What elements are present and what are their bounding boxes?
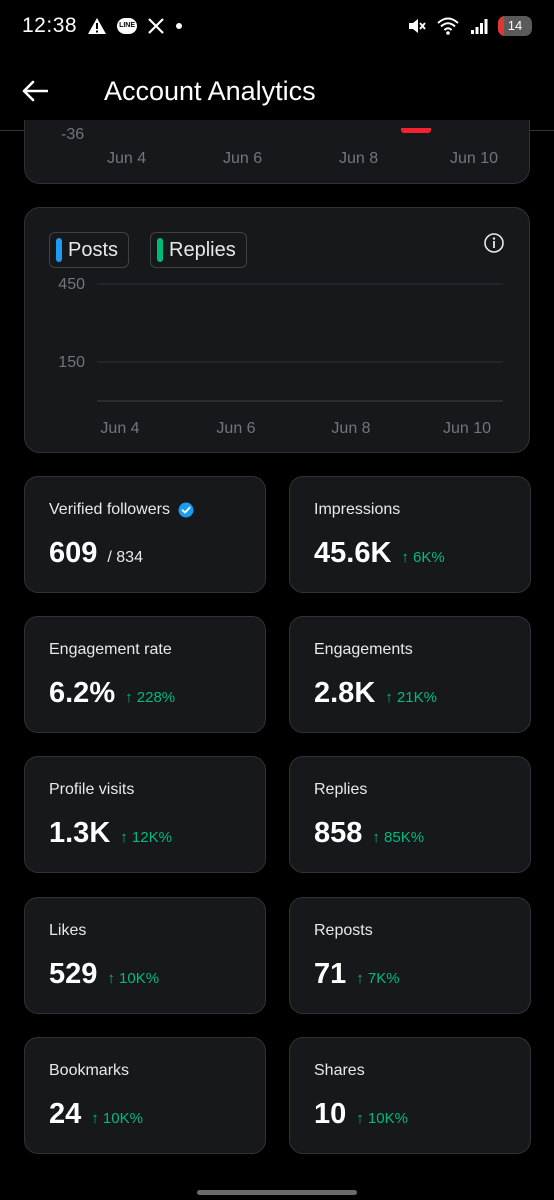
status-left: 12:38 LINE <box>22 14 183 38</box>
stat-card-bookmarks[interactable]: Bookmarks 24 ↑ 10K% <box>24 1037 266 1154</box>
app-bar: Account Analytics <box>0 52 554 130</box>
stat-sub: / 834 <box>107 549 143 566</box>
status-time: 12:38 <box>22 14 78 37</box>
x-tick-label: Jun 10 <box>443 420 491 437</box>
stat-value-row: 6.2% ↑ 228% <box>49 677 175 710</box>
y-tick-label: 450 <box>58 276 85 293</box>
stat-label: Engagements <box>314 641 413 658</box>
stat-label: Verified followers <box>49 501 170 518</box>
stat-label: Reposts <box>314 922 373 939</box>
stat-change: ↑ 21K% <box>385 689 437 706</box>
stat-label: Bookmarks <box>49 1062 130 1079</box>
line-badge-text: LINE <box>117 18 138 34</box>
stat-label: Likes <box>49 922 87 939</box>
stat-value: 24 <box>49 1098 82 1130</box>
notification-dot-icon <box>175 22 183 30</box>
stat-card-verified-followers[interactable]: Verified followers 609 / 834 <box>24 476 266 593</box>
stat-value-row: 529 ↑ 10K% <box>49 958 159 991</box>
posts-replies-bar-chart: 450 150 Jun 4 Jun 6 Jun 8 Jun 10 <box>58 276 503 437</box>
stat-card-impressions[interactable]: Impressions 45.6K ↑ 6K% <box>289 476 531 593</box>
stat-change: ↑ 10K% <box>107 970 160 987</box>
stat-label: Engagement rate <box>49 641 172 658</box>
x-app-icon <box>147 17 165 35</box>
home-indicator[interactable] <box>197 1190 357 1195</box>
stat-value: 858 <box>314 817 363 849</box>
status-bar: 12:38 LINE 14 <box>0 0 554 52</box>
stat-card-reposts[interactable]: Reposts 71 ↑ 7K% <box>289 897 531 1014</box>
stat-value-row: 1.3K ↑ 12K% <box>49 817 172 850</box>
y-tick-label: 150 <box>58 354 85 371</box>
stat-value: 45.6K <box>314 537 392 569</box>
line-app-icon: LINE <box>117 18 138 34</box>
status-right: 14 <box>406 16 532 36</box>
stat-value: 1.3K <box>49 817 111 849</box>
battery-indicator: 14 <box>498 16 532 36</box>
stat-card-engagement-rate[interactable]: Engagement rate 6.2% ↑ 228% <box>24 616 266 733</box>
x-tick-label: Jun 4 <box>107 150 147 167</box>
stat-value: 529 <box>49 958 98 990</box>
x-tick-label: Jun 4 <box>100 420 139 437</box>
x-tick-label: Jun 6 <box>223 150 263 167</box>
stat-change: ↑ 10K% <box>356 1110 408 1127</box>
stat-change: ↑ 10K% <box>91 1110 143 1127</box>
stat-value: 71 <box>314 958 347 990</box>
stat-card-likes[interactable]: Likes 529 ↑ 10K% <box>24 897 266 1014</box>
stat-change: ↑ 85K% <box>372 829 425 846</box>
stat-card-shares[interactable]: Shares 10 ↑ 10K% <box>289 1037 531 1154</box>
top-chart-card: -36 Jun 4 Jun 6 Jun 8 Jun 10 <box>24 120 530 184</box>
negative-bar <box>401 128 431 133</box>
stat-change: ↑ 228% <box>125 689 176 706</box>
stat-value-row: 71 ↑ 7K% <box>314 958 400 991</box>
stat-change: ↑ 7K% <box>356 970 400 987</box>
verified-badge-icon <box>178 502 194 518</box>
page-title: Account Analytics <box>104 75 316 106</box>
mute-icon <box>406 16 426 36</box>
stat-label: Impressions <box>314 501 401 518</box>
x-tick-label: Jun 8 <box>339 150 379 167</box>
stat-label: Profile visits <box>49 781 135 798</box>
back-arrow-icon <box>22 80 48 102</box>
x-tick-label: Jun 6 <box>216 420 255 437</box>
x-tick-label: Jun 10 <box>450 150 499 167</box>
stat-value-row: 24 ↑ 10K% <box>49 1098 143 1131</box>
stat-value-row: 10 ↑ 10K% <box>314 1098 408 1131</box>
back-button[interactable] <box>22 63 78 119</box>
signal-icon <box>470 17 488 35</box>
stat-card-engagements[interactable]: Engagements 2.8K ↑ 21K% <box>289 616 531 733</box>
alert-icon <box>87 17 107 35</box>
y-axis-label: -36 <box>61 126 85 143</box>
stat-value-row: 2.8K ↑ 21K% <box>314 677 437 710</box>
stat-card-profile-visits[interactable]: Profile visits 1.3K ↑ 12K% <box>24 756 266 873</box>
wifi-icon <box>436 16 460 36</box>
stat-change: ↑ 6K% <box>401 549 445 566</box>
stat-label-row: Verified followers <box>49 501 194 519</box>
stat-change: ↑ 12K% <box>120 829 172 846</box>
stat-value-row: 609 / 834 <box>49 537 143 570</box>
stat-value-row: 858 ↑ 85K% <box>314 817 424 850</box>
stat-card-replies[interactable]: Replies 858 ↑ 85K% <box>289 756 531 873</box>
stat-value: 10 <box>314 1098 347 1130</box>
stat-value-row: 45.6K ↑ 6K% <box>314 537 445 570</box>
stat-value: 6.2% <box>49 677 116 709</box>
stat-label: Shares <box>314 1062 365 1079</box>
stat-value: 2.8K <box>314 677 376 709</box>
stat-label: Replies <box>314 781 368 798</box>
posts-replies-chart-card: Posts Replies 450 150 Jun 4 Jun 6 Jun 8 Jun 1… <box>24 207 530 453</box>
x-tick-label: Jun 8 <box>331 420 370 437</box>
stat-value: 609 <box>49 537 98 569</box>
